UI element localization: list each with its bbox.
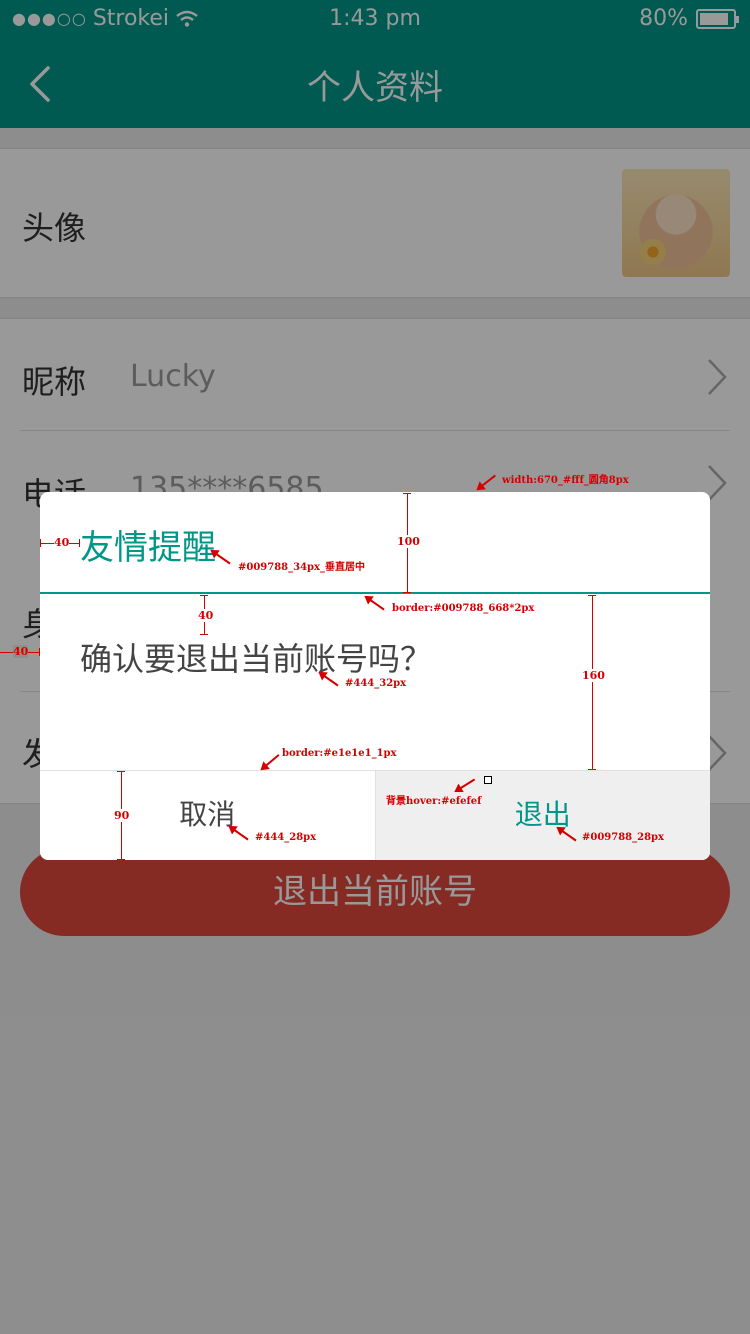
annotation-border: border:#009788_668*2px (392, 603, 535, 614)
annotation-dim-cap (403, 592, 411, 593)
annotation-dim-cap (200, 595, 208, 596)
annotation-dim-cap (117, 859, 125, 860)
annotation-dim-cap (79, 539, 80, 547)
dialog-title-border (40, 592, 710, 594)
annotation-dim-90: 90 (114, 809, 130, 822)
annotation-dim-cap (39, 648, 40, 656)
annotation-width: width:670_#fff_圆角8px (502, 475, 629, 486)
annotation-dim-cap (403, 493, 411, 494)
dialog-message: 确认要退出当前账号吗？ (80, 640, 433, 678)
annotation-dim-cap (200, 634, 208, 635)
annotation-dim-cap (588, 595, 596, 596)
annotation-cancel: #444_28px (255, 832, 317, 843)
annotation-dim-cap (40, 539, 41, 547)
annotation-dim-100: 100 (397, 535, 420, 548)
annotation-confirm: #009788_28px (582, 832, 664, 843)
cancel-button[interactable]: 取消 (40, 771, 376, 860)
annotation-dim-cap (588, 769, 596, 770)
annotation-message: #444_32px (345, 678, 407, 689)
annotation-dim-40: 40 (198, 609, 214, 622)
annotation-divider: border:#e1e1e1_1px (282, 748, 397, 759)
dialog-title: 友情提醒 (80, 528, 216, 568)
annotation-marker (484, 776, 492, 784)
confirm-logout-button[interactable]: 退出 (375, 771, 710, 860)
annotation-dim-line (592, 595, 593, 770)
annotation-dim-cap (117, 771, 125, 772)
annotation-dim-160: 160 (582, 669, 605, 682)
annotation-dim-40: 40 (13, 645, 29, 658)
annotation-title: #009788_34px_垂直居中 (238, 562, 365, 573)
annotation-dim-40: 40 (54, 536, 70, 549)
logout-dialog: 友情提醒 确认要退出当前账号吗？ 取消 退出 (40, 492, 710, 860)
dialog-button-bar: 取消 退出 (40, 770, 710, 860)
annotation-hover: 背景hover:#efefef (386, 796, 482, 807)
